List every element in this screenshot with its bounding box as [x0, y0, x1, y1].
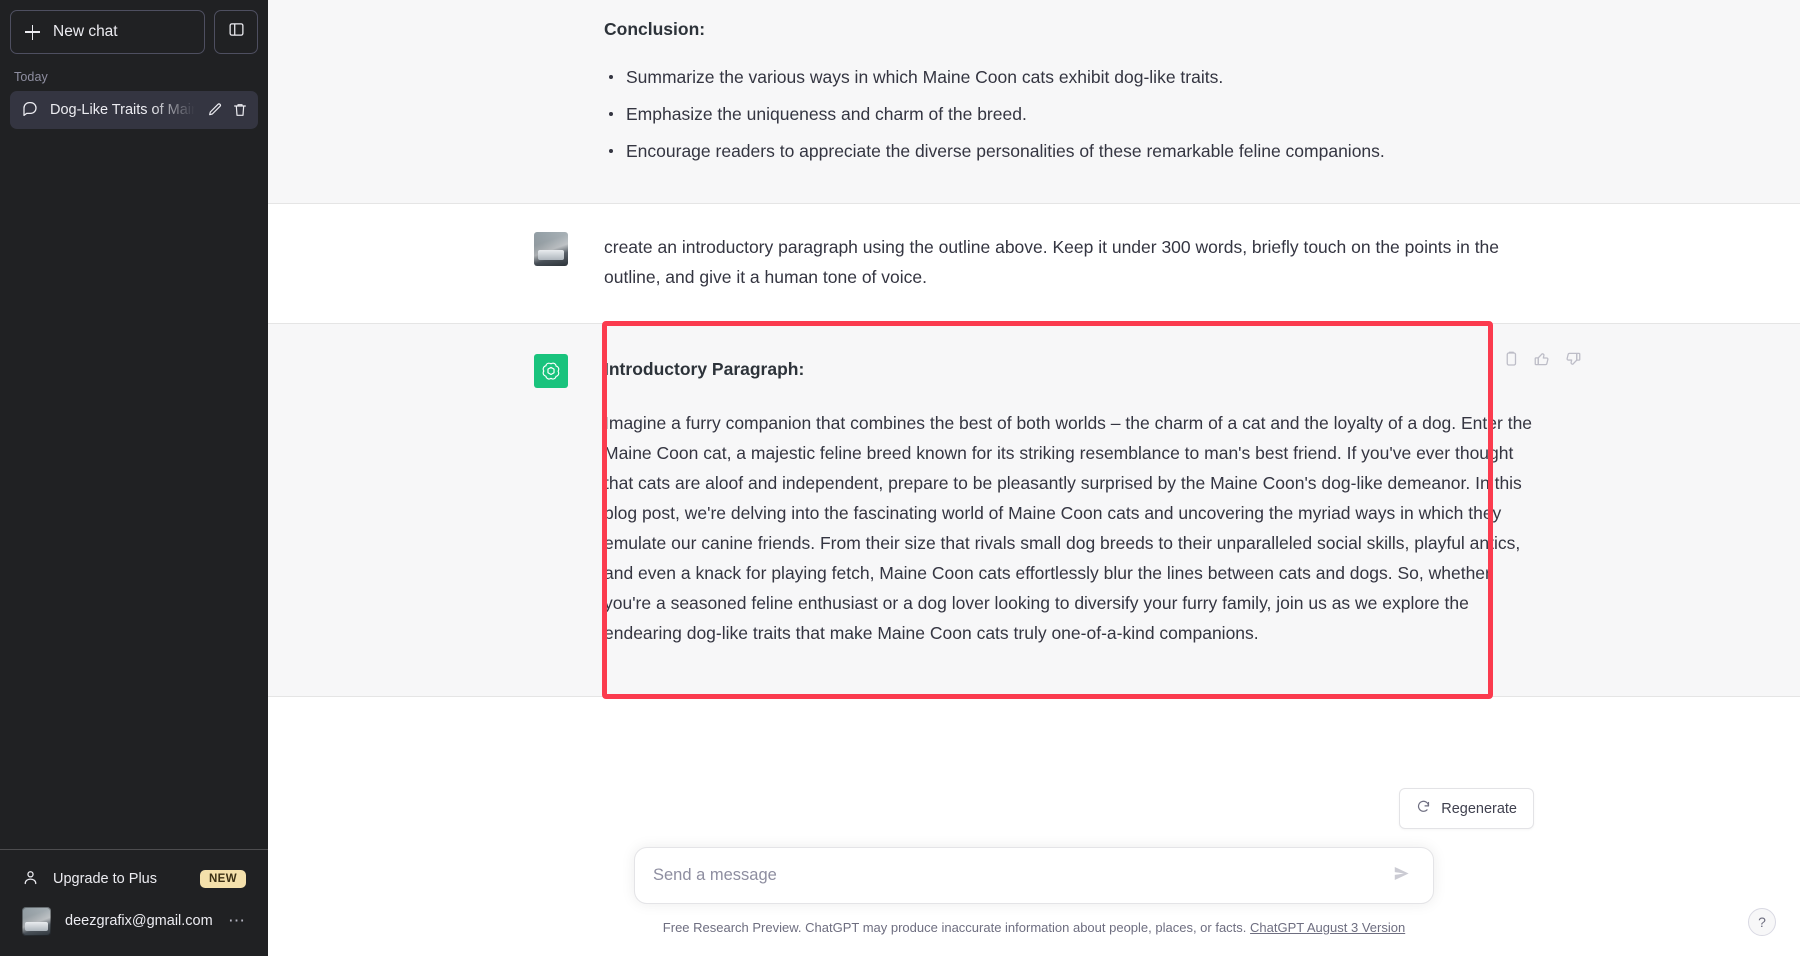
ellipsis-icon[interactable]: ⋯	[228, 912, 246, 929]
message-assistant-conclusion: Conclusion: Summarize the various ways i…	[268, 0, 1800, 205]
list-item: Encourage readers to appreciate the dive…	[604, 136, 1534, 166]
regenerate-button[interactable]: Regenerate	[1399, 788, 1534, 829]
version-link[interactable]: ChatGPT August 3 Version	[1250, 920, 1405, 935]
list-item: Emphasize the uniqueness and charm of th…	[604, 99, 1534, 129]
message-input-box[interactable]	[634, 847, 1434, 904]
chatgpt-app: New chat Today Dog-Like Traits of Main U…	[0, 0, 1800, 956]
new-badge: NEW	[199, 870, 246, 888]
copy-icon[interactable]	[1502, 350, 1520, 368]
message-heading: Introductory Paragraph:	[604, 358, 805, 379]
message-text: Imagine a furry companion that combines …	[604, 412, 1533, 644]
message-body: Introductory Paragraph: Imagine a furry …	[604, 354, 1534, 649]
new-chat-label: New chat	[53, 23, 118, 40]
chat-list: Dog-Like Traits of Main	[0, 91, 268, 129]
sidebar-toggle-icon	[228, 21, 245, 43]
help-button[interactable]: ?	[1748, 908, 1776, 936]
assistant-avatar	[534, 353, 568, 388]
refresh-icon	[1416, 799, 1431, 818]
message-input-row	[268, 829, 1800, 904]
sidebar-footer: Upgrade to Plus NEW deezgrafix@gmail.com…	[0, 849, 268, 956]
avatar	[22, 906, 51, 936]
sidebar-top-actions: New chat	[0, 0, 268, 54]
plus-icon	[25, 24, 40, 40]
main-panel: Conclusion: Summarize the various ways i…	[268, 0, 1800, 956]
message-heading: Conclusion:	[604, 19, 706, 39]
conversation-thread[interactable]: Conclusion: Summarize the various ways i…	[268, 0, 1800, 772]
thumbs-down-icon[interactable]	[1564, 350, 1582, 368]
user-avatar	[534, 232, 568, 267]
account-button[interactable]: deezgrafix@gmail.com ⋯	[10, 900, 258, 942]
account-email: deezgrafix@gmail.com	[65, 913, 213, 929]
regenerate-row: Regenerate	[268, 772, 1800, 829]
search-input[interactable]	[653, 848, 1386, 903]
disclaimer-text: Free Research Preview. ChatGPT may produ…	[662, 920, 1247, 935]
message-action-bar	[1502, 350, 1582, 368]
question-mark-icon: ?	[1758, 914, 1766, 930]
message-assistant-intro: Introductory Paragraph: Imagine a furry …	[268, 322, 1800, 698]
upgrade-label: Upgrade to Plus	[53, 871, 157, 887]
sidebar: New chat Today Dog-Like Traits of Main U…	[0, 0, 268, 956]
message-body: create an introductory paragraph using t…	[604, 232, 1534, 292]
chat-list-item-title: Dog-Like Traits of Main	[50, 102, 195, 118]
person-icon	[22, 869, 39, 890]
list-item: Summarize the various ways in which Main…	[604, 62, 1534, 92]
chat-list-item[interactable]: Dog-Like Traits of Main	[10, 91, 258, 129]
thumbs-up-icon[interactable]	[1533, 350, 1551, 368]
message-text: create an introductory paragraph using t…	[604, 237, 1500, 288]
trash-icon[interactable]	[232, 102, 248, 118]
message-body: Conclusion: Summarize the various ways i…	[604, 14, 1534, 173]
new-chat-button[interactable]: New chat	[10, 10, 205, 54]
regenerate-label: Regenerate	[1441, 800, 1517, 817]
chat-bubble-icon	[22, 100, 38, 121]
sidebar-toggle-button[interactable]	[214, 10, 258, 54]
chat-item-actions	[207, 102, 248, 118]
outline-bullet-list: Summarize the various ways in which Main…	[604, 62, 1534, 166]
send-icon[interactable]	[1386, 858, 1417, 894]
upgrade-to-plus-button[interactable]: Upgrade to Plus NEW	[10, 858, 258, 900]
footer-disclaimer: Free Research Preview. ChatGPT may produ…	[268, 904, 1800, 935]
sidebar-section-today: Today	[14, 70, 48, 84]
composer-area: Regenerate Free Research Preview. ChatGP…	[268, 772, 1800, 956]
pencil-icon[interactable]	[207, 102, 223, 118]
message-user-prompt: create an introductory paragraph using t…	[268, 204, 1800, 323]
